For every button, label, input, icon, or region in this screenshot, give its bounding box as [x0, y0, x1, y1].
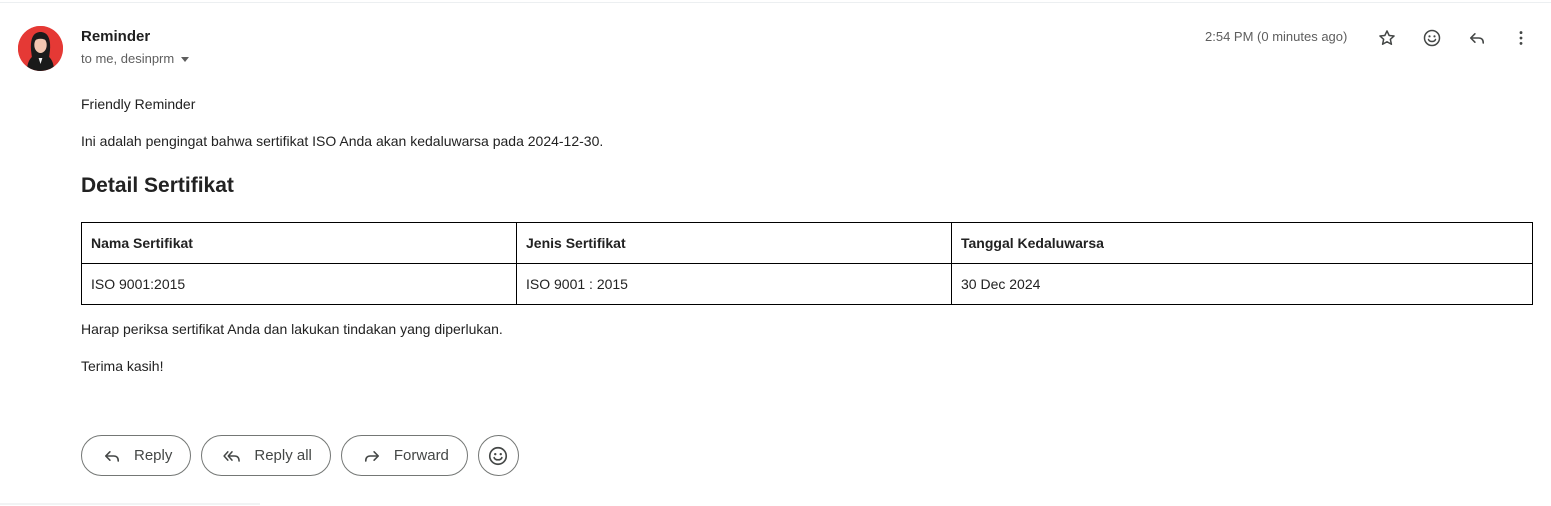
- reply-label: Reply: [134, 447, 173, 464]
- sender-name[interactable]: Reminder: [81, 28, 150, 45]
- forward-label: Forward: [393, 447, 449, 464]
- star-button[interactable]: [1373, 24, 1401, 52]
- thanks-text: Terima kasih!: [81, 358, 164, 374]
- reply-icon: [102, 446, 122, 466]
- certificate-table: Nama Sertifikat Jenis Sertifikat Tanggal…: [81, 222, 1533, 305]
- forward-button[interactable]: Forward: [340, 435, 468, 476]
- more-vert-icon: [1519, 31, 1523, 45]
- bottom-divider: [0, 503, 260, 505]
- reply-all-label: Reply all: [254, 447, 312, 464]
- forward-icon: [362, 446, 382, 466]
- reply-icon: [1469, 33, 1485, 44]
- intro-text: Ini adalah pengingat bahwa sertifikat IS…: [81, 133, 604, 149]
- table-cell: ISO 9001:2015: [81, 263, 517, 305]
- reply-header-button[interactable]: [1463, 24, 1491, 52]
- table-header-row: Nama Sertifikat Jenis Sertifikat Tanggal…: [81, 222, 1533, 264]
- avatar[interactable]: [18, 26, 63, 71]
- star-icon: [1379, 30, 1395, 45]
- reply-actions: Reply Reply all Forward: [81, 435, 519, 476]
- emoji-icon: [1423, 29, 1441, 47]
- more-options-button[interactable]: [1507, 24, 1535, 52]
- recipients-label: to me, desinprm: [81, 51, 175, 66]
- add-reaction-button[interactable]: [1418, 24, 1446, 52]
- table-cell: ISO 9001 : 2015: [516, 263, 952, 305]
- email-timestamp: 2:54 PM (0 minutes ago): [1205, 29, 1348, 44]
- section-heading: Detail Sertifikat: [81, 174, 234, 197]
- closing-text: Harap periksa sertifikat Anda dan lakuka…: [81, 321, 503, 337]
- reply-all-icon: [222, 446, 242, 466]
- add-reaction-bottom-button[interactable]: [477, 435, 519, 476]
- chevron-down-icon[interactable]: [181, 57, 190, 62]
- reply-all-button[interactable]: Reply all: [201, 435, 331, 476]
- column-header-tanggal: Tanggal Kedaluwarsa: [951, 222, 1533, 264]
- table-row: ISO 9001:2015 ISO 9001 : 2015 30 Dec 202…: [81, 263, 1533, 305]
- reply-button[interactable]: Reply: [81, 435, 192, 476]
- recipients-dropdown[interactable]: to me, desinprm: [81, 51, 190, 66]
- column-header-jenis: Jenis Sertifikat: [516, 222, 952, 264]
- column-header-nama: Nama Sertifikat: [81, 222, 517, 264]
- table-cell: 30 Dec 2024: [951, 263, 1533, 305]
- greeting-text: Friendly Reminder: [81, 96, 196, 112]
- emoji-icon: [489, 446, 508, 465]
- top-divider: [0, 2, 1551, 3]
